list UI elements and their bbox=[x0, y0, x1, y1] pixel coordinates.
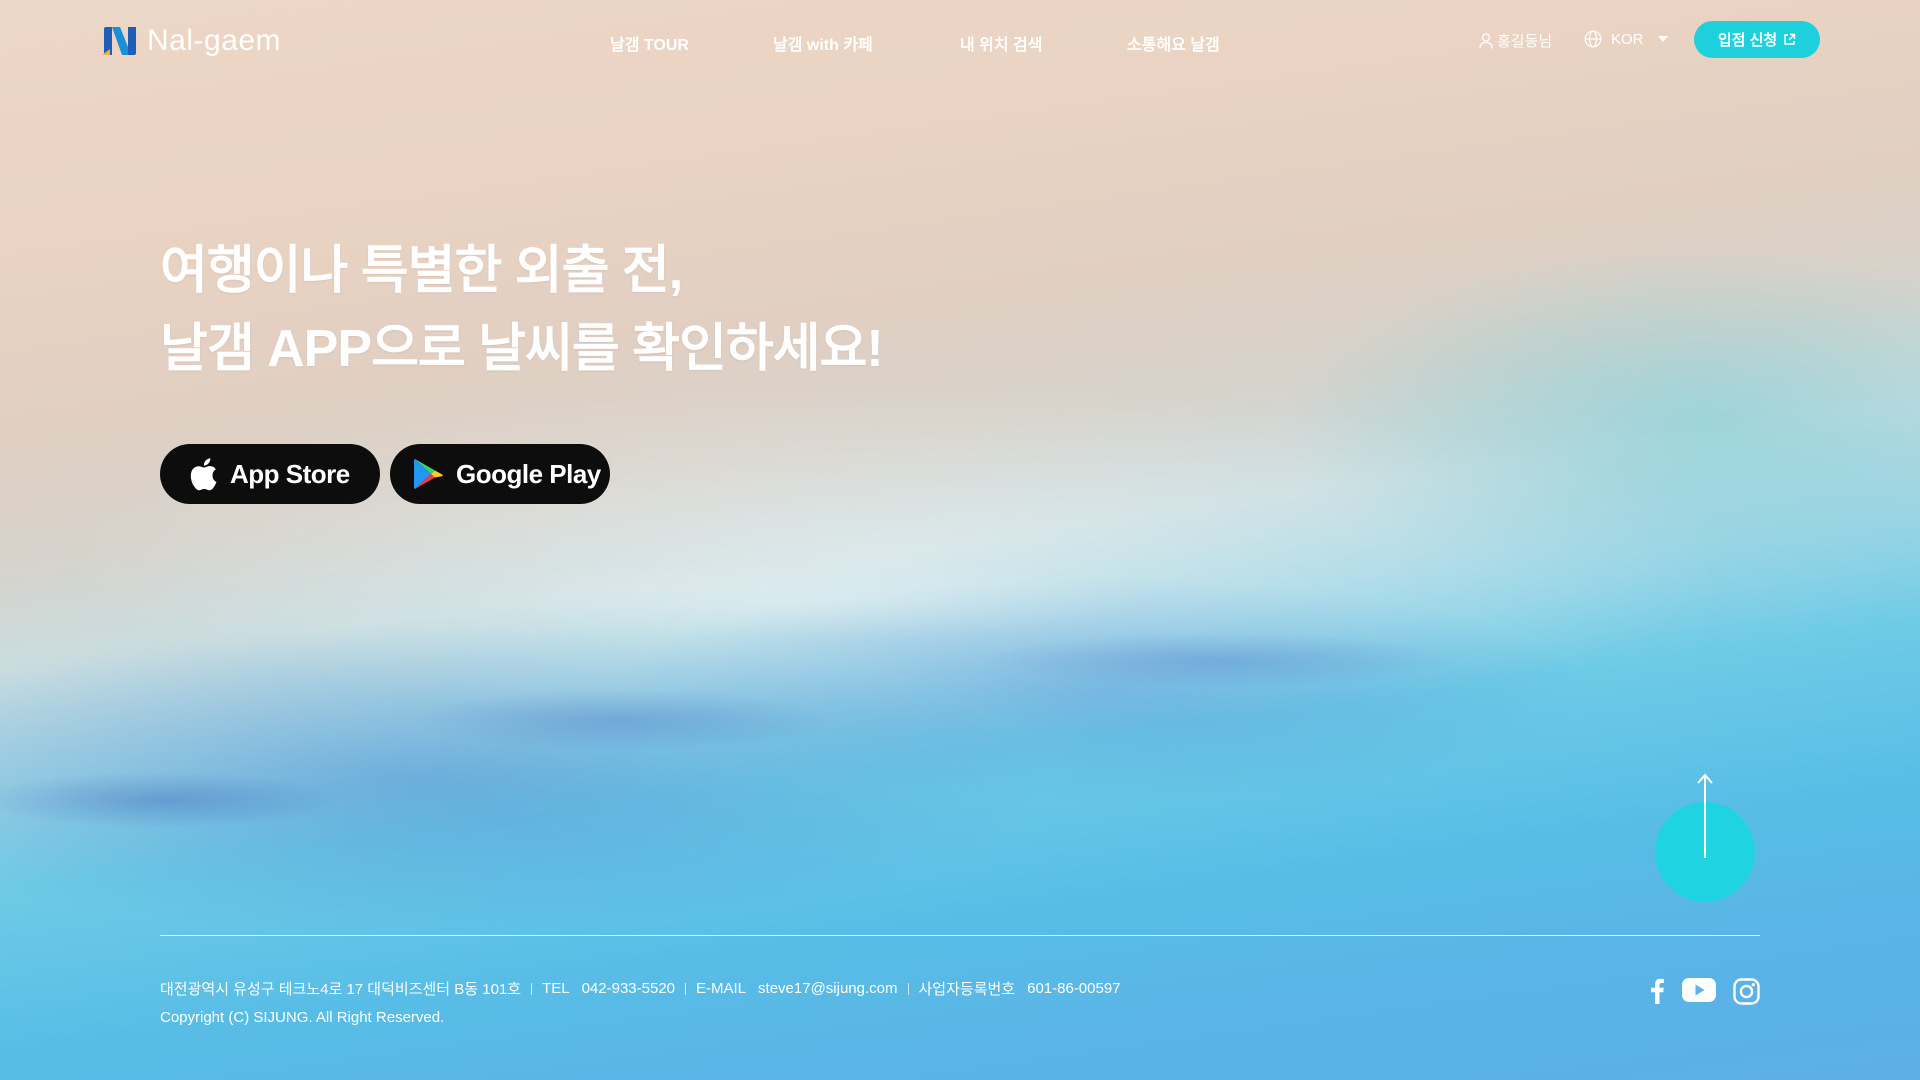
facebook-icon bbox=[1651, 978, 1664, 1004]
hero-title-line1: 여행이나 특별한 외출 전, bbox=[160, 242, 683, 300]
nav-item-cafe[interactable]: 날갬 with 카페 bbox=[773, 31, 873, 55]
footer-separator bbox=[685, 982, 687, 995]
language-selector[interactable]: KOR bbox=[1584, 30, 1668, 48]
footer-separator bbox=[531, 982, 533, 995]
youtube-icon bbox=[1682, 978, 1716, 1002]
instagram-icon bbox=[1733, 978, 1760, 1005]
footer-biz-number: 601-86-00597 bbox=[1027, 980, 1121, 997]
nav-item-tour[interactable]: 날갬 TOUR bbox=[610, 31, 689, 55]
google-play-button[interactable]: Google Play bbox=[390, 444, 610, 504]
footer-biz-label: 사업자등록번호 bbox=[918, 981, 1016, 998]
google-play-label: Google Play bbox=[456, 458, 601, 489]
user-name: 홍길동님 bbox=[1497, 33, 1553, 50]
footer-separator bbox=[907, 982, 909, 995]
apply-store-button[interactable]: 입점 신청 bbox=[1694, 21, 1820, 58]
app-store-label: App Store bbox=[230, 458, 350, 489]
logo-icon bbox=[102, 27, 136, 55]
footer-email-label: E-MAIL bbox=[696, 980, 747, 997]
external-link-icon bbox=[1784, 33, 1796, 45]
site-header: Nal-gaem 날갬 TOUR 날갬 with 카페 내 위치 검색 소통해요… bbox=[0, 0, 1920, 80]
footer-email: steve17@sijung.com bbox=[758, 980, 898, 997]
chevron-down-icon bbox=[1657, 36, 1668, 42]
language-label: KOR bbox=[1611, 30, 1644, 48]
brand-name: Nal-gaem bbox=[147, 24, 282, 57]
hero-title: 여행이나 특별한 외출 전, 날갬 APP으로 날씨를 확인하세요! bbox=[160, 232, 884, 388]
instagram-link[interactable] bbox=[1733, 978, 1760, 1005]
hero-title-line2: 날갬 APP으로 날씨를 확인하세요! bbox=[160, 320, 884, 378]
footer-tel-label: TEL bbox=[542, 980, 570, 997]
logo[interactable]: Nal-gaem bbox=[102, 24, 281, 58]
footer-divider bbox=[160, 935, 1760, 936]
apply-store-label: 입점 신청 bbox=[1717, 32, 1778, 49]
footer-tel: 042-933-5520 bbox=[581, 980, 676, 997]
arrow-up-icon[interactable] bbox=[1693, 772, 1717, 858]
nav-item-location-search[interactable]: 내 위치 검색 bbox=[960, 31, 1043, 55]
facebook-link[interactable] bbox=[1649, 978, 1665, 1004]
app-store-button[interactable]: App Store bbox=[160, 444, 380, 504]
google-play-icon bbox=[414, 458, 444, 490]
nav-item-community[interactable]: 소통해요 날갬 bbox=[1127, 31, 1220, 55]
user-icon bbox=[1479, 32, 1493, 49]
background-overlay bbox=[0, 0, 1920, 1080]
globe-icon bbox=[1584, 30, 1602, 48]
user-menu[interactable]: 홍길동님 bbox=[1479, 30, 1552, 51]
youtube-link[interactable] bbox=[1682, 978, 1716, 1002]
footer-copyright: Copyright (C) SIJUNG. All Right Reserved… bbox=[160, 1009, 445, 1026]
footer-address: 대전광역시 유성구 테크노4로 17 대덕비즈센터 B동 101호 bbox=[160, 981, 522, 998]
footer-company-info: 대전광역시 유성구 테크노4로 17 대덕비즈센터 B동 101호 TEL 04… bbox=[160, 978, 1121, 999]
apple-icon bbox=[188, 457, 218, 491]
